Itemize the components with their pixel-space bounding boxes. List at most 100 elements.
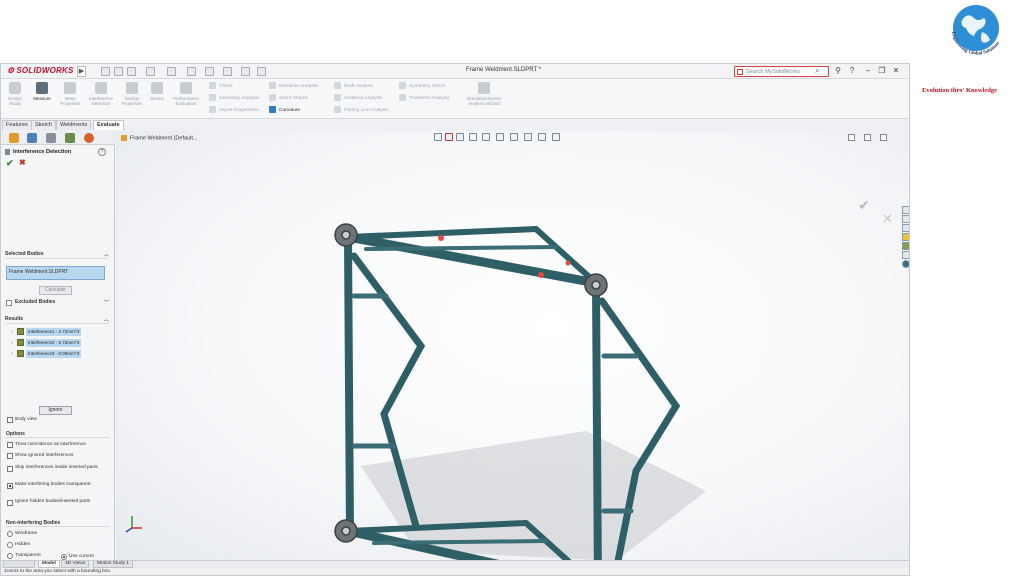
selected-bodies-list[interactable]: Frame Weldment.SLDPRT: [6, 266, 105, 280]
sensor-icon: [151, 82, 163, 94]
hidden-radio[interactable]: [7, 542, 13, 548]
dimxpert-icon[interactable]: [65, 133, 75, 143]
geometry-analysis-button[interactable]: Geometry Analysis: [209, 94, 259, 101]
help-icon[interactable]: ?: [847, 66, 857, 75]
result-item[interactable]: › Interference1 - 2.72mm^3: [11, 327, 99, 336]
result-label: Interference3 - 0.00mm^3: [26, 350, 82, 358]
panel-title: Interference Detection: [13, 149, 72, 155]
measure-button[interactable]: Measure: [29, 82, 55, 101]
home-icon[interactable]: [101, 67, 110, 76]
option-checkbox[interactable]: [7, 442, 13, 448]
result-item[interactable]: › Interference2 - 2.72mm^3: [11, 338, 99, 347]
deviation-analysis-label: Deviation Analysis: [279, 83, 318, 89]
wireframe-radio[interactable]: [7, 531, 13, 537]
options-gear-icon[interactable]: [241, 67, 250, 76]
radio-label: Use current: [69, 554, 94, 559]
draft-analysis-icon: [334, 82, 341, 89]
interference-icon: [17, 339, 24, 346]
results-label: Results: [5, 316, 24, 322]
open-icon[interactable]: [127, 67, 136, 76]
options-header[interactable]: Options: [6, 431, 110, 438]
tab-3d-views[interactable]: 3D Views: [61, 561, 90, 568]
import-diagnostics-button[interactable]: Import Diagnostics: [209, 106, 259, 113]
non-interfering-header[interactable]: Non-interfering Bodies: [6, 520, 110, 527]
simulationxpress-icon: [478, 82, 490, 94]
symmetry-check-button[interactable]: Symmetry Check: [399, 82, 446, 89]
help-icon[interactable]: ?: [98, 148, 106, 156]
rebuild-icon[interactable]: [223, 67, 232, 76]
new-document-icon[interactable]: [114, 67, 123, 76]
mass-properties-label: Mass Properties: [59, 96, 81, 106]
curvature-button[interactable]: Curvature: [269, 106, 300, 113]
results-header[interactable]: Results ︿: [5, 316, 109, 324]
frame-weldment-model[interactable]: [116, 131, 910, 564]
check-button[interactable]: Check: [209, 82, 233, 89]
property-manager-panel: Interference Detection ? ✔ ✖ Selected Bo…: [1, 131, 115, 564]
print-icon[interactable]: [167, 67, 176, 76]
menu-arrow-icon[interactable]: ▶: [77, 66, 86, 77]
calculate-button[interactable]: Calculate: [39, 286, 72, 295]
graphics-area[interactable]: Frame Weldment (Default... ✔ ✕: [116, 131, 910, 564]
tab-sketch[interactable]: Sketch: [31, 120, 56, 130]
simulationxpress-button[interactable]: SimulationXpress Analysis Wizard: [463, 82, 505, 106]
expand-icon: ﹀: [103, 300, 109, 306]
ignore-button[interactable]: Ignore: [39, 406, 72, 415]
measure-label: Measure: [33, 96, 51, 101]
section-properties-button[interactable]: Section Properties: [119, 82, 145, 106]
solidworks-logo[interactable]: ⚙ SOLIDWORKS: [7, 66, 73, 75]
restore-icon[interactable]: ❐: [877, 66, 887, 75]
import-diagnostics-label: Import Diagnostics: [219, 107, 259, 113]
bottom-tabs: Model 3D Views Motion Study 1: [1, 560, 909, 568]
body-view-checkbox[interactable]: [7, 417, 13, 423]
minimize-icon[interactable]: –: [863, 66, 873, 75]
interference-detection-button[interactable]: Interference Detection: [85, 82, 117, 106]
tab-evaluate[interactable]: Evaluate: [93, 120, 124, 130]
result-label: Interference2 - 2.72mm^3: [26, 339, 82, 347]
options-label: Options: [6, 431, 25, 437]
mass-properties-button[interactable]: Mass Properties: [57, 82, 83, 106]
ok-button[interactable]: ✔: [6, 158, 14, 169]
result-item[interactable]: › Interference3 - 0.00mm^3: [11, 349, 99, 358]
excluded-bodies-header[interactable]: Excluded Bodies ﹀: [15, 299, 109, 306]
undo-icon[interactable]: [187, 67, 196, 76]
interference-icon: [17, 350, 24, 357]
tab-features[interactable]: Features: [2, 120, 32, 130]
option-checkbox[interactable]: [7, 483, 13, 489]
display-manager-icon[interactable]: [84, 133, 94, 143]
thickness-analysis-icon: [399, 94, 406, 101]
solidworks-window: ⚙ SOLIDWORKS ▶ Frame Weldment.SLDPRT * Se…: [0, 63, 910, 576]
close-icon[interactable]: ✕: [891, 66, 901, 75]
simulationxpress-label: SimulationXpress Analysis Wizard: [466, 96, 502, 106]
mass-properties-icon: [64, 82, 76, 94]
tab-model[interactable]: Model: [38, 561, 60, 568]
cancel-button[interactable]: ✖: [19, 158, 26, 167]
import-diagnostics-icon: [209, 106, 216, 113]
feature-tree-icon[interactable]: [9, 133, 19, 143]
parting-line-analysis-button[interactable]: Parting Line Analysis: [334, 106, 389, 113]
undercut-analysis-button[interactable]: Undercut Analysis: [334, 94, 382, 101]
option-checkbox[interactable]: [7, 500, 13, 506]
property-manager-icon[interactable]: [27, 133, 37, 143]
option-checkbox[interactable]: [7, 453, 13, 459]
zebra-stripes-button[interactable]: Zebra Stripes: [269, 94, 308, 101]
thickness-analysis-button[interactable]: Thickness Analysis: [399, 94, 450, 101]
scroll-arrows[interactable]: [3, 561, 35, 568]
configuration-manager-icon[interactable]: [46, 133, 56, 143]
draft-analysis-button[interactable]: Draft Analysis: [334, 82, 373, 89]
options-dropdown-icon[interactable]: [257, 67, 266, 76]
search-icon[interactable]: ⌕: [815, 66, 819, 76]
deviation-analysis-button[interactable]: Deviation Analysis: [269, 82, 318, 89]
design-study-button[interactable]: Design Study: [5, 82, 25, 106]
excluded-bodies-checkbox[interactable]: [6, 300, 12, 306]
select-icon[interactable]: [205, 67, 214, 76]
selected-bodies-header[interactable]: Selected Bodies ︿: [5, 251, 109, 259]
transparent-radio[interactable]: [7, 553, 13, 559]
performance-evaluation-button[interactable]: Performance Evaluation: [169, 82, 203, 106]
tab-motion-study[interactable]: Motion Study 1: [93, 561, 133, 568]
sensor-button[interactable]: Sensor: [147, 82, 167, 101]
option-checkbox[interactable]: [7, 466, 13, 472]
save-icon[interactable]: [146, 67, 155, 76]
tab-weldments[interactable]: Weldments: [56, 120, 92, 130]
user-icon[interactable]: ⚲: [833, 66, 843, 75]
check-icon: [209, 82, 216, 89]
